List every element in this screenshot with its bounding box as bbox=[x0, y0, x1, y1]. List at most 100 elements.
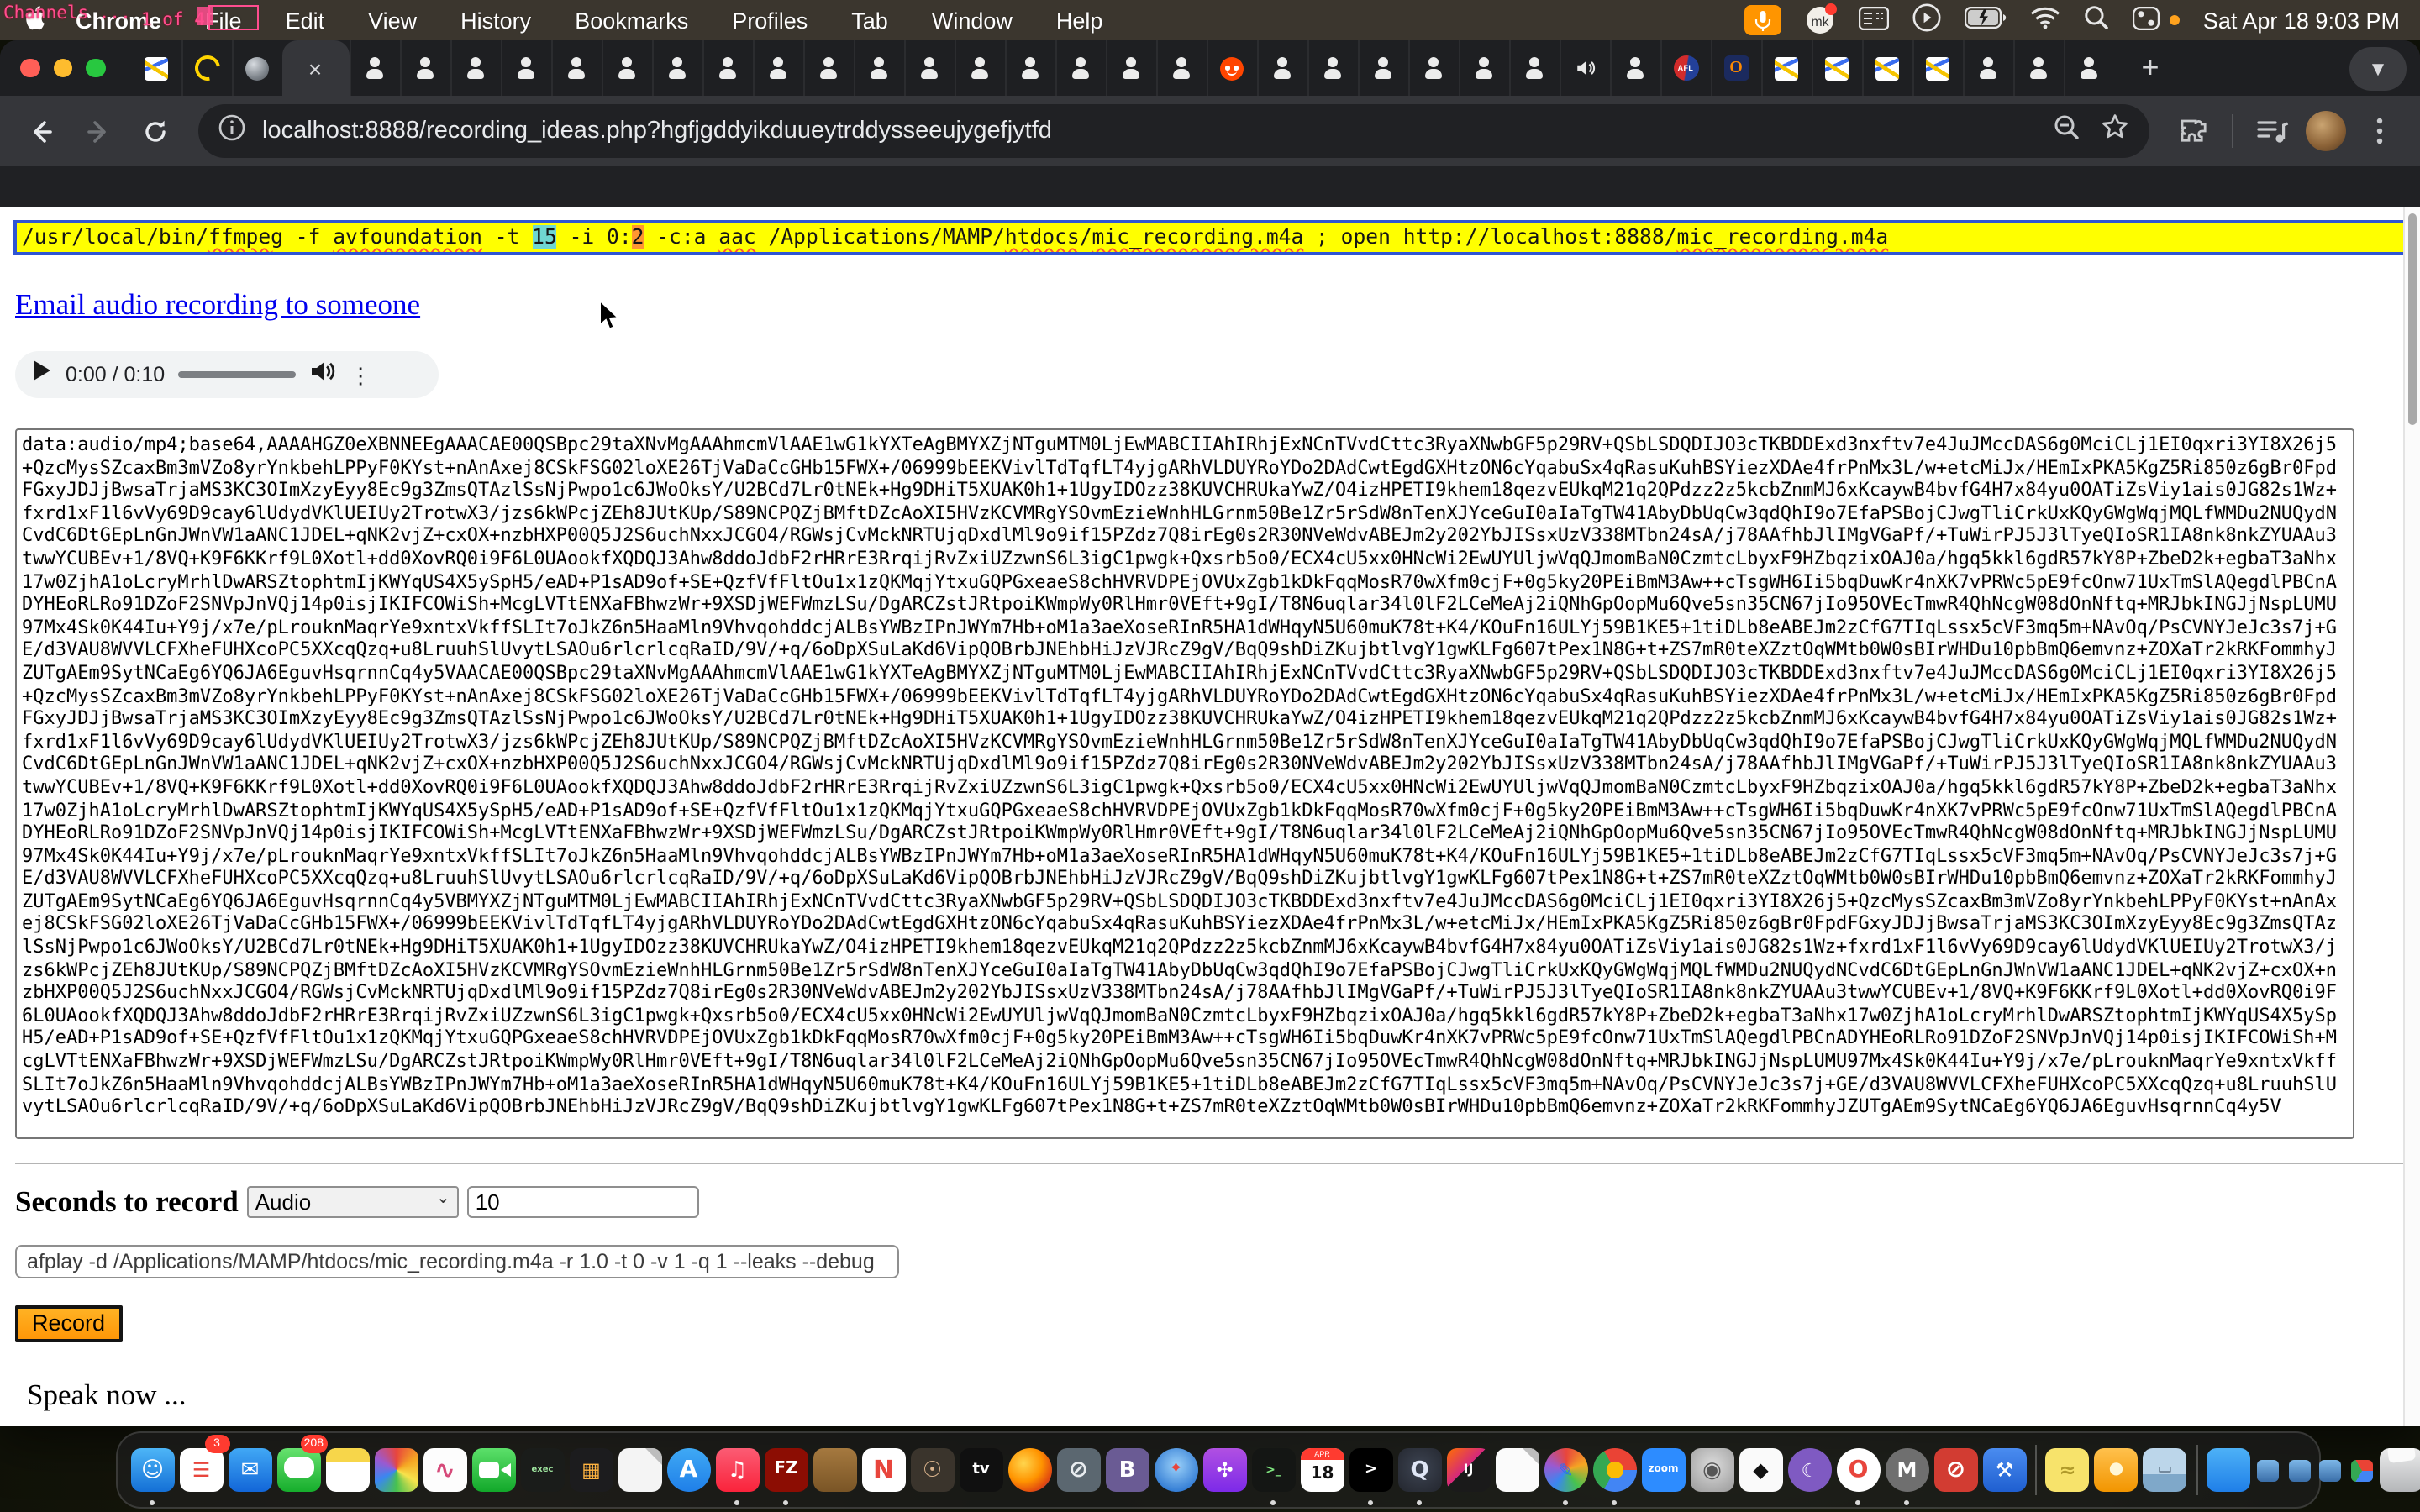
dock-gimp-icon[interactable]: ☉ bbox=[909, 1436, 955, 1504]
minimize-window-button[interactable] bbox=[53, 59, 72, 78]
menu-item-file[interactable]: File bbox=[205, 8, 242, 33]
tab-active[interactable]: × bbox=[281, 40, 349, 96]
url-text[interactable]: localhost:8888/recording_ideas.php?hgfjg… bbox=[262, 118, 2037, 144]
extensions-puzzle-icon[interactable] bbox=[2170, 108, 2217, 155]
dock-chrome-icon[interactable] bbox=[1591, 1436, 1638, 1504]
forward-button[interactable] bbox=[74, 108, 121, 155]
tab-speaker[interactable] bbox=[1559, 40, 1609, 96]
wifi-icon[interactable] bbox=[2030, 7, 2060, 34]
menu-item-profiles[interactable]: Profiles bbox=[732, 8, 808, 33]
afplay-command-input[interactable] bbox=[15, 1245, 899, 1278]
page-scrollbar[interactable] bbox=[2403, 207, 2420, 1426]
dock-downloads-folder-icon[interactable] bbox=[2205, 1436, 2251, 1504]
player-kebab-menu[interactable]: ⋮ bbox=[350, 364, 371, 386]
tab-person[interactable] bbox=[1407, 40, 1458, 96]
tab-person[interactable] bbox=[1055, 40, 1105, 96]
menu-item-chrome[interactable]: Chrome bbox=[76, 8, 161, 33]
menu-item-view[interactable]: View bbox=[368, 8, 417, 33]
dock-screenshot-icon[interactable]: ▭ bbox=[2142, 1436, 2188, 1504]
dock-launchpad-icon[interactable] bbox=[373, 1436, 419, 1504]
tab-sphere[interactable] bbox=[231, 40, 281, 96]
tab-search-chevron-button[interactable]: ▼ bbox=[2349, 46, 2407, 90]
profile-avatar[interactable] bbox=[2306, 111, 2346, 151]
dock-terminal-icon[interactable]: exec bbox=[519, 1436, 566, 1504]
mk-app-icon[interactable]: mk bbox=[1805, 5, 1835, 35]
dock-quicktime-icon[interactable]: Q bbox=[1397, 1436, 1443, 1504]
tab-chart[interactable] bbox=[132, 40, 181, 96]
dock-builder-app-icon[interactable]: ⚒ bbox=[1981, 1436, 2028, 1504]
dock-bbedit-icon[interactable]: B bbox=[1104, 1436, 1150, 1504]
tab-cyellow[interactable] bbox=[181, 40, 231, 96]
zoom-out-page-icon[interactable] bbox=[2054, 113, 2081, 149]
bookmark-star-icon[interactable] bbox=[2101, 113, 2129, 150]
tab-person[interactable] bbox=[550, 40, 601, 96]
tab-person[interactable] bbox=[903, 40, 954, 96]
dock-safari-icon[interactable]: ✦ bbox=[1153, 1436, 1199, 1504]
dock-screen-prohibited-icon[interactable]: ⊘ bbox=[1055, 1436, 1102, 1504]
player-seek-bar[interactable] bbox=[178, 371, 296, 379]
tab-person[interactable] bbox=[954, 40, 1004, 96]
dock-opera-icon[interactable]: O bbox=[1835, 1436, 1881, 1504]
tab-person[interactable] bbox=[802, 40, 853, 96]
tab-chart[interactable] bbox=[1811, 40, 1861, 96]
tab-chart[interactable] bbox=[1912, 40, 1962, 96]
dock-lightbulb-icon[interactable]: ● bbox=[2093, 1436, 2139, 1504]
record-button[interactable]: Record bbox=[15, 1305, 122, 1342]
ffmpeg-command-input[interactable]: /usr/local/bin/ffmpeg -f avfoundation -t… bbox=[15, 222, 2405, 254]
tab-person[interactable] bbox=[1962, 40, 2012, 96]
dock-reminders-icon[interactable]: ☰3 bbox=[178, 1436, 224, 1504]
tab-reddit[interactable] bbox=[1206, 40, 1256, 96]
dock-stickies-icon[interactable]: ≈ bbox=[2044, 1436, 2091, 1504]
zoom-window-button[interactable] bbox=[86, 59, 105, 78]
dock-cat-app-icon[interactable]: ☾ bbox=[1786, 1436, 1833, 1504]
play-circle-icon[interactable] bbox=[1912, 3, 1941, 37]
dock-leather-app-icon[interactable] bbox=[812, 1436, 858, 1504]
tab-person[interactable] bbox=[1508, 40, 1559, 96]
dock-intellij-icon[interactable]: IJ bbox=[1445, 1436, 1491, 1504]
tab-orangeo[interactable]: O bbox=[1710, 40, 1760, 96]
dock-zoom-icon[interactable]: zoom bbox=[1640, 1436, 1686, 1504]
play-button[interactable] bbox=[32, 360, 52, 390]
tab-person[interactable] bbox=[702, 40, 752, 96]
tab-person[interactable] bbox=[651, 40, 702, 96]
dock-no-entry-app-icon[interactable]: ⊘ bbox=[1933, 1436, 1979, 1504]
tab-person[interactable] bbox=[2063, 40, 2113, 96]
media-type-select[interactable]: Audio bbox=[247, 1186, 459, 1218]
menu-clock[interactable]: Sat Apr 18 9:03 PM bbox=[2203, 8, 2400, 33]
dock-minimized-window-3-icon[interactable] bbox=[2316, 1436, 2344, 1504]
dock-mail-icon[interactable]: ✉ bbox=[227, 1436, 273, 1504]
dock-grapher-icon[interactable]: ∿ bbox=[422, 1436, 468, 1504]
email-recording-link[interactable]: Email audio recording to someone bbox=[15, 287, 420, 323]
mic-in-use-icon[interactable] bbox=[1744, 5, 1781, 35]
dock-libreoffice-icon[interactable] bbox=[1494, 1436, 1540, 1504]
tab-person[interactable] bbox=[1357, 40, 1407, 96]
dock-notes-icon[interactable] bbox=[324, 1436, 371, 1504]
dock-appletv-icon[interactable]: tv bbox=[958, 1436, 1004, 1504]
apple-menu-icon[interactable] bbox=[24, 5, 45, 35]
tab-person[interactable] bbox=[2012, 40, 2063, 96]
spotlight-search-icon[interactable] bbox=[2084, 5, 2109, 35]
tab-person[interactable] bbox=[1307, 40, 1357, 96]
battery-charging-icon[interactable] bbox=[1965, 7, 2007, 34]
dock-appstore-icon[interactable]: A bbox=[666, 1436, 712, 1504]
tab-person[interactable] bbox=[450, 40, 500, 96]
tab-person[interactable] bbox=[399, 40, 450, 96]
base64-audio-textarea[interactable]: data:audio/mp4;base64,AAAAHGZ0eXBNNEEgAA… bbox=[15, 428, 2354, 1139]
menu-item-edit[interactable]: Edit bbox=[286, 8, 325, 33]
tab-person[interactable] bbox=[1458, 40, 1508, 96]
tab-person[interactable] bbox=[1155, 40, 1206, 96]
keyboard-switcher-icon[interactable] bbox=[1859, 6, 1889, 34]
dock-minimized-chrome-icon[interactable] bbox=[2347, 1436, 2375, 1504]
menu-item-bookmarks[interactable]: Bookmarks bbox=[575, 8, 688, 33]
tab-chart[interactable] bbox=[1861, 40, 1912, 96]
volume-icon[interactable] bbox=[309, 359, 336, 391]
dock-calendar-icon[interactable]: APR18 bbox=[1299, 1436, 1345, 1504]
dock-mamp-icon[interactable]: M bbox=[1884, 1436, 1930, 1504]
media-controls-icon[interactable] bbox=[2249, 108, 2296, 155]
dock-firefox-icon[interactable] bbox=[1007, 1436, 1053, 1504]
dock-terminal-2-icon[interactable]: >_ bbox=[1250, 1436, 1297, 1504]
site-info-icon[interactable] bbox=[218, 113, 245, 149]
dock-textedit-icon[interactable] bbox=[617, 1436, 663, 1504]
dock-filezilla-icon[interactable]: FZ bbox=[763, 1436, 809, 1504]
dock-paint-palette-icon[interactable]: ✎ bbox=[1543, 1436, 1589, 1504]
